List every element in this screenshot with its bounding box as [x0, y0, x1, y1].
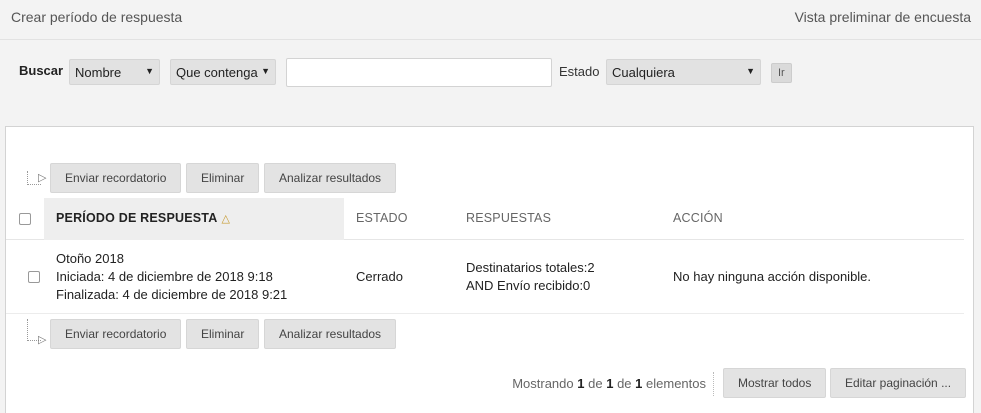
- search-input[interactable]: [286, 58, 552, 87]
- action-bar-top: ▷ Enviar recordatorio Eliminar Analizar …: [6, 163, 966, 195]
- items-count-text: Mostrando 1 de 1 de 1 elementos: [512, 376, 706, 391]
- of-text: de: [617, 376, 632, 391]
- show-all-button[interactable]: Mostrar todos: [723, 368, 827, 398]
- search-bar: Buscar Nombre ▼ Que contenga ▼ Estado Cu…: [0, 41, 981, 121]
- sort-ascending-icon: △: [221, 213, 231, 225]
- range-from: 1: [577, 376, 585, 391]
- analyze-results-button[interactable]: Analizar resultados: [264, 319, 397, 349]
- received-count: AND Envío recibido:0: [466, 278, 591, 293]
- send-reminder-button[interactable]: Enviar recordatorio: [50, 163, 182, 193]
- action-bar-bottom: ▷ Enviar recordatorio Eliminar Analizar …: [6, 319, 966, 351]
- create-response-period-link[interactable]: Crear período de respuesta: [11, 9, 182, 25]
- state-cell: Cerrado: [356, 269, 403, 284]
- showing-prefix: Mostrando: [512, 376, 574, 391]
- state-select-value: Cualquiera: [612, 65, 675, 80]
- search-field-select-value: Nombre: [75, 65, 122, 80]
- delete-button[interactable]: Eliminar: [186, 319, 260, 349]
- arrow-right-icon: ▷: [38, 334, 47, 346]
- go-button[interactable]: Ir: [771, 63, 792, 83]
- action-cell: No hay ninguna acción disponible.: [673, 269, 872, 284]
- survey-preview-link[interactable]: Vista preliminar de encuesta: [795, 9, 971, 25]
- header-action: ACCIÓN: [673, 211, 723, 225]
- analyze-results-button[interactable]: Analizar resultados: [264, 163, 397, 193]
- search-operator-select-value: Que contenga: [176, 65, 258, 80]
- chevron-down-icon: ▼: [746, 66, 755, 76]
- range-to: 1: [606, 376, 614, 391]
- edit-paging-button[interactable]: Editar paginación ...: [830, 368, 967, 398]
- of-text: de: [588, 376, 603, 391]
- table-header: PERÍODO DE RESPUESTA △ ESTADO RESPUESTAS …: [6, 198, 964, 240]
- period-cell: Otoño 2018 Iniciada: 4 de diciembre de 2…: [56, 250, 287, 304]
- sorted-column-header[interactable]: PERÍODO DE RESPUESTA △: [44, 198, 344, 240]
- arrow-right-icon: ▷: [38, 172, 47, 184]
- state-label: Estado: [559, 64, 600, 79]
- pagination-footer: Mostrando 1 de 1 de 1 elementos Mostrar …: [6, 368, 967, 400]
- chevron-down-icon: ▼: [145, 66, 154, 76]
- send-reminder-button[interactable]: Enviar recordatorio: [50, 319, 182, 349]
- period-ended: Finalizada: 4 de diciembre de 2018 9:21: [56, 287, 288, 302]
- state-select[interactable]: Cualquiera ▼: [606, 59, 761, 85]
- delete-button[interactable]: Eliminar: [186, 163, 260, 193]
- chevron-down-icon: ▼: [261, 66, 270, 76]
- responses-cell: Destinatarios totales:2 AND Envío recibi…: [466, 259, 595, 295]
- response-periods-panel: ▷ Enviar recordatorio Eliminar Analizar …: [5, 126, 974, 413]
- total-count: 1: [635, 376, 643, 391]
- period-name[interactable]: Otoño 2018: [56, 250, 287, 268]
- table-row: Otoño 2018 Iniciada: 4 de diciembre de 2…: [6, 240, 964, 314]
- top-action-bar: Crear período de respuesta Vista prelimi…: [0, 0, 981, 40]
- period-started: Iniciada: 4 de diciembre de 2018 9:18: [56, 269, 273, 284]
- header-responses[interactable]: RESPUESTAS: [466, 211, 551, 225]
- select-all-checkbox[interactable]: [19, 213, 31, 225]
- search-field-select[interactable]: Nombre ▼: [69, 59, 160, 85]
- search-label: Buscar: [19, 63, 64, 78]
- divider: [713, 372, 714, 396]
- total-recipients: Destinatarios totales:2: [466, 260, 595, 275]
- search-operator-select[interactable]: Que contenga ▼: [170, 59, 276, 85]
- row-checkbox[interactable]: [28, 271, 40, 283]
- header-period: PERÍODO DE RESPUESTA △: [56, 211, 230, 225]
- items-suffix: elementos: [646, 376, 706, 391]
- header-state[interactable]: ESTADO: [356, 211, 408, 225]
- header-period-label: PERÍODO DE RESPUESTA: [56, 211, 218, 225]
